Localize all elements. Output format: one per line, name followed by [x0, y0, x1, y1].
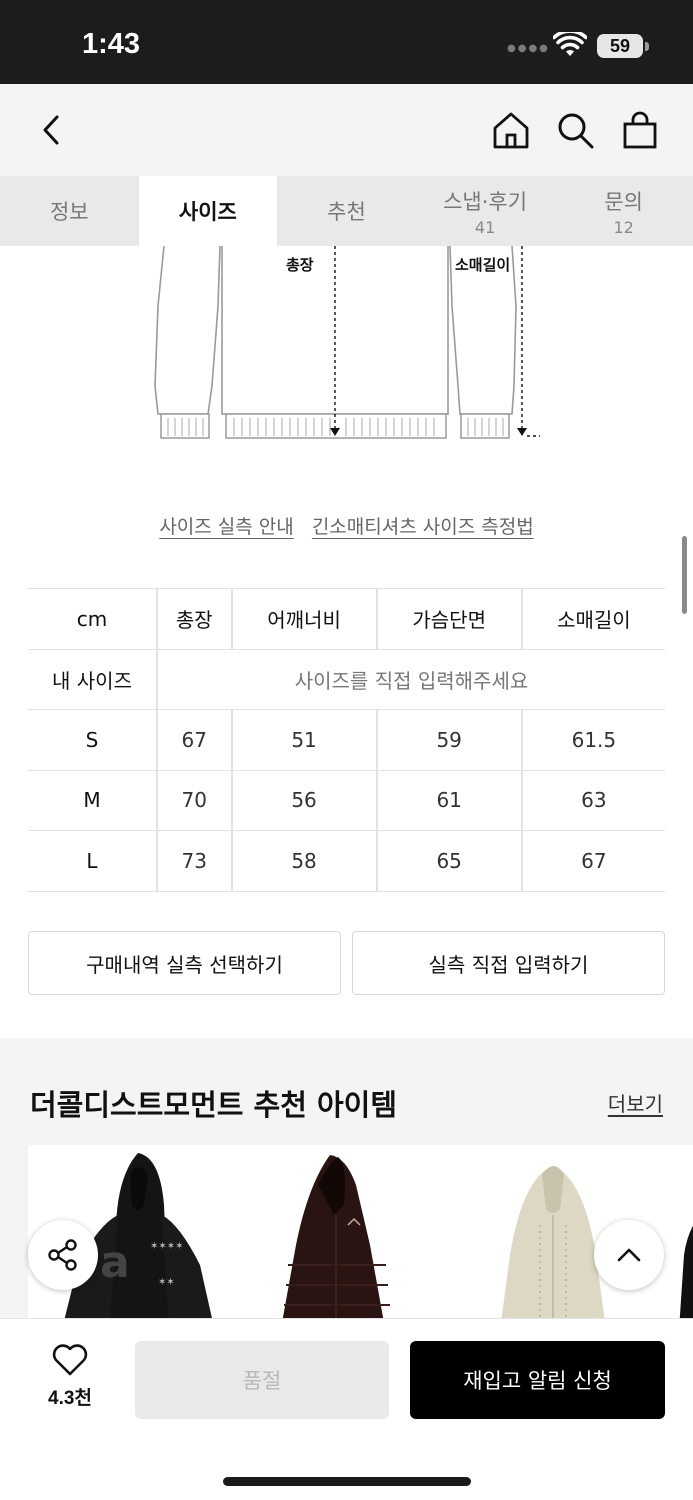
table-header-cell: 총장	[156, 588, 232, 650]
scroll-to-top-button[interactable]	[594, 1220, 664, 1290]
table-cell: 63	[520, 769, 665, 831]
size-label: L	[28, 830, 157, 892]
wifi-icon	[553, 32, 587, 56]
recommendation-section: 더콜디스트모먼트 추천 아이템 더보기 a ✶✶✶✶ ✶✶	[0, 1038, 693, 1345]
length-label: 총장	[286, 256, 314, 274]
table-header-row: cm 총장 어깨너비 가슴단면 소매길이	[28, 588, 665, 650]
table-header-cell: 어깨너비	[230, 588, 377, 650]
product-tabs: 정보 사이즈 추천 스냅·후기 41 문의 12	[0, 176, 693, 246]
shopping-bag-icon[interactable]	[618, 108, 662, 152]
table-cell: 70	[156, 769, 232, 831]
tab-info[interactable]: 정보	[0, 176, 139, 246]
tab-recommend[interactable]: 추천	[277, 176, 416, 246]
recommendation-carousel[interactable]: a ✶✶✶✶ ✶✶	[28, 1145, 693, 1345]
table-header-cell: cm	[28, 588, 157, 650]
size-guide-link[interactable]: 사이즈 실측 안내	[159, 516, 293, 538]
tab-inquiry[interactable]: 문의 12	[554, 176, 693, 246]
my-size-label: 내 사이즈	[28, 648, 157, 710]
see-more-link[interactable]: 더보기	[608, 1088, 663, 1117]
restock-alert-button[interactable]: 재입고 알림 신청	[410, 1341, 665, 1419]
table-row: M 70 56 61 63	[28, 769, 665, 831]
tab-label: 스냅·후기	[443, 189, 528, 214]
product-thumbnail[interactable]	[238, 1145, 438, 1345]
size-illustration: 총장 소매길이	[150, 245, 550, 446]
table-cell: 61	[375, 769, 522, 831]
like-count: 4.3천	[48, 1388, 92, 1409]
heart-icon	[52, 1344, 88, 1376]
like-button[interactable]: 4.3천	[30, 1343, 110, 1410]
cellular-signal-icon: ●●●●	[507, 43, 550, 54]
table-cell: 51	[230, 709, 377, 771]
sleeve-length-label: 소매길이	[455, 256, 511, 274]
measure-method-link[interactable]: 긴소매티셔츠 사이즈 측정법	[312, 516, 534, 538]
battery-nub	[645, 42, 649, 51]
svg-text:✶✶✶✶: ✶✶✶✶	[150, 1241, 184, 1252]
product-thumbnail[interactable]	[668, 1145, 693, 1345]
home-icon[interactable]	[489, 108, 533, 152]
back-icon[interactable]	[30, 108, 74, 152]
tab-snap-review[interactable]: 스냅·후기 41	[416, 176, 555, 246]
status-time: 1:43	[82, 28, 141, 60]
tab-count: 12	[613, 217, 634, 237]
table-header-cell: 가슴단면	[375, 588, 522, 650]
table-cell: 65	[375, 830, 522, 892]
table-cell: 56	[230, 769, 377, 831]
tab-count: 41	[474, 217, 496, 237]
table-cell: 61.5	[520, 709, 665, 771]
tab-label: 정보	[49, 200, 89, 224]
svg-text:✶✶: ✶✶	[158, 1277, 175, 1288]
table-header-cell: 소매길이	[520, 588, 665, 650]
tab-label: 문의	[604, 189, 643, 214]
tab-label: 추천	[327, 200, 366, 224]
direct-measure-input-button[interactable]: 실측 직접 입력하기	[352, 931, 665, 995]
table-cell: 73	[156, 830, 232, 892]
status-bar: 1:43 ●●●● 59	[0, 0, 693, 84]
tab-label: 사이즈	[178, 200, 237, 224]
table-cell: 67	[520, 830, 665, 892]
soldout-button: 품절	[135, 1341, 389, 1419]
size-label: M	[28, 769, 157, 831]
my-size-row: 내 사이즈 사이즈를 직접 입력해주세요	[28, 648, 665, 710]
size-guide-links: 사이즈 실측 안내 긴소매티셔츠 사이즈 측정법	[0, 512, 693, 539]
scrollbar[interactable]	[682, 536, 687, 614]
table-cell: 58	[230, 830, 377, 892]
share-button[interactable]	[28, 1220, 98, 1290]
my-size-input[interactable]: 사이즈를 직접 입력해주세요	[156, 648, 665, 710]
table-cell: 59	[375, 709, 522, 771]
table-row: L 73 58 65 67	[28, 830, 665, 892]
svg-text:a: a	[100, 1237, 130, 1288]
home-indicator	[223, 1477, 471, 1486]
table-row: S 67 51 59 61.5	[28, 709, 665, 771]
tab-size[interactable]: 사이즈	[138, 176, 278, 246]
bottom-purchase-bar: 4.3천 품절 재입고 알림 신청	[0, 1318, 693, 1500]
hoodie-measurement-diagram	[154, 245, 540, 439]
size-table: cm 총장 어깨너비 가슴단면 소매길이 내 사이즈 사이즈를 직접 입력해주세…	[28, 588, 665, 892]
app-header	[0, 84, 693, 176]
share-icon	[48, 1239, 77, 1271]
search-icon[interactable]	[553, 108, 597, 152]
size-label: S	[28, 709, 157, 771]
table-cell: 67	[156, 709, 232, 771]
purchase-history-measure-button[interactable]: 구매내역 실측 선택하기	[28, 931, 341, 995]
recommendation-title: 더콜디스트모먼트 추천 아이템	[30, 1088, 398, 1122]
chevron-up-icon	[617, 1248, 641, 1262]
battery-icon: 59	[597, 34, 643, 58]
